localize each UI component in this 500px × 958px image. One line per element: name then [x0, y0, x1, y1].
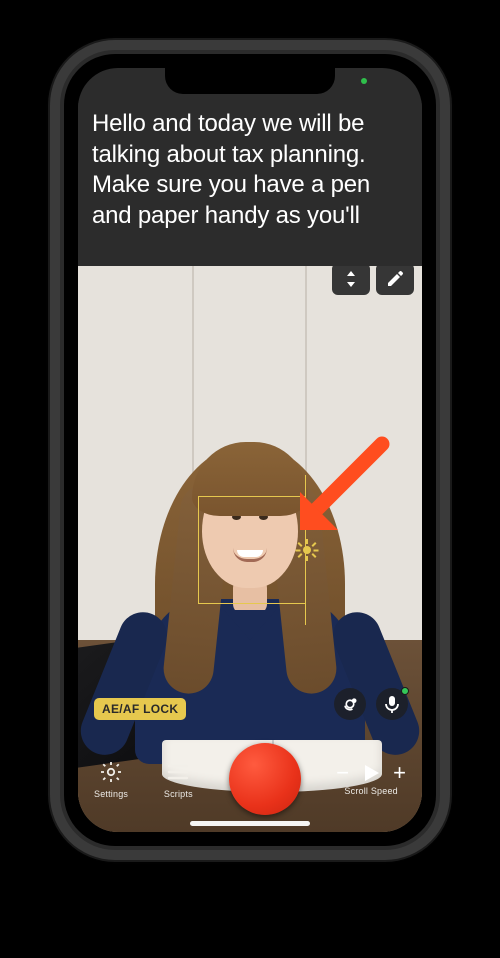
- teleprompter-text[interactable]: Hello and today we will be talking about…: [78, 101, 422, 244]
- phone-silence-switch: [52, 200, 57, 230]
- pencil-icon: [386, 270, 404, 288]
- scroll-speed-group: − + Scroll Speed: [336, 762, 406, 796]
- phone-volume-down: [52, 325, 57, 380]
- scroll-speed-decrease[interactable]: −: [336, 762, 349, 784]
- camera-active-indicator: [361, 78, 367, 84]
- phone-frame: Hello and today we will be talking about…: [60, 50, 440, 850]
- home-indicator[interactable]: [190, 821, 310, 826]
- microphone-icon: [384, 695, 400, 713]
- teleprompter-scroll-button[interactable]: [332, 263, 370, 295]
- bottom-toolbar: Settings Scripts −: [78, 740, 422, 832]
- scroll-play-button[interactable]: [361, 763, 381, 783]
- scroll-speed-increase[interactable]: +: [393, 762, 406, 784]
- play-icon: [361, 763, 381, 783]
- exposure-slider-track[interactable]: [305, 603, 307, 625]
- phone-notch: [165, 68, 335, 94]
- mic-active-dot: [401, 687, 409, 695]
- microphone-button[interactable]: [376, 688, 408, 720]
- teleprompter-edit-button[interactable]: [376, 263, 414, 295]
- gear-icon: [98, 759, 124, 785]
- switch-camera-button[interactable]: [334, 688, 366, 720]
- annotation-arrow: [282, 426, 402, 546]
- settings-label: Settings: [94, 789, 128, 799]
- settings-button[interactable]: Settings: [94, 759, 128, 799]
- teleprompter-overlay-buttons: [332, 263, 414, 295]
- switch-camera-icon: [340, 694, 360, 714]
- app-screen: Hello and today we will be talking about…: [78, 68, 422, 832]
- camera-viewfinder[interactable]: AE/AF LOCK: [78, 266, 422, 832]
- phone-power-button: [443, 270, 448, 355]
- scripts-button[interactable]: Scripts: [164, 759, 193, 799]
- camera-quick-buttons: [334, 688, 408, 720]
- scripts-label: Scripts: [164, 789, 193, 799]
- record-button[interactable]: [229, 743, 301, 815]
- scroll-arrows-icon: [345, 270, 357, 288]
- menu-icon: [165, 759, 191, 785]
- scroll-speed-label: Scroll Speed: [344, 786, 397, 796]
- phone-volume-up: [52, 255, 57, 310]
- aeaf-lock-badge: AE/AF LOCK: [94, 698, 186, 720]
